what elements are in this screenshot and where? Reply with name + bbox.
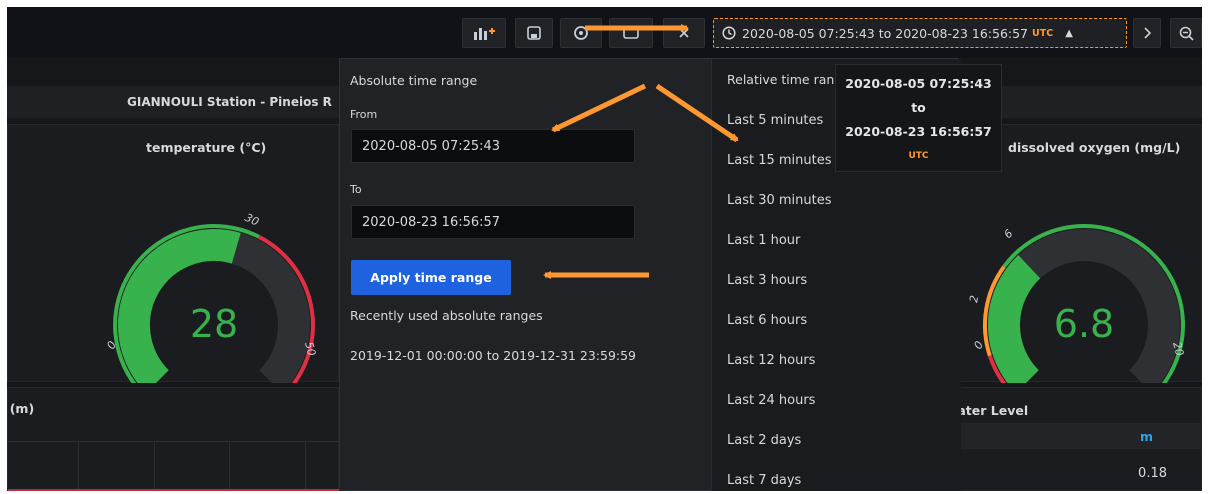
top-navbar: 2020-08-05 07:25:43 to 2020-08-23 16:56:… <box>7 7 1202 58</box>
settings-icon <box>574 26 588 40</box>
graph-grid-line <box>78 442 79 491</box>
dashboard-window: 2020-08-05 07:25:43 to 2020-08-23 16:56:… <box>7 7 1202 491</box>
chevron-up-icon: ▲ <box>1065 27 1073 39</box>
cycle-view-button[interactable] <box>609 18 653 48</box>
relative-range-item[interactable]: Last 6 hours <box>727 313 807 328</box>
gauge-tick-threshold: 30 <box>243 211 261 229</box>
relative-range-item[interactable]: Last 30 minutes <box>727 193 832 208</box>
time-range-tooltip: 2020-08-05 07:25:43 to 2020-08-23 16:56:… <box>835 64 1002 172</box>
add-panel-button[interactable] <box>462 18 506 48</box>
tooltip-separator: to <box>911 100 926 115</box>
to-input[interactable] <box>351 205 635 239</box>
relative-range-item[interactable]: Last 15 minutes <box>727 153 832 168</box>
time-range-picker-button[interactable]: 2020-08-05 07:25:43 to 2020-08-23 16:56:… <box>713 18 1127 48</box>
dashboard-row-header[interactable]: GIANNOULI Station - Pineios R <box>7 86 339 118</box>
to-label: To <box>350 183 362 196</box>
relative-range-item[interactable]: Last 7 days <box>727 473 801 488</box>
absolute-range-title: Absolute time range <box>350 73 478 88</box>
graph-grid-line <box>8 441 340 442</box>
timezone-label: UTC <box>1032 27 1054 39</box>
cycle-view-icon <box>623 27 639 39</box>
row-title: GIANNOULI Station - Pineios R <box>127 95 332 109</box>
apply-time-range-button[interactable]: Apply time range <box>351 260 511 295</box>
exit-button[interactable] <box>663 18 705 48</box>
chevron-right-icon <box>1144 27 1151 39</box>
level-panel[interactable]: Level (m) <box>7 387 340 491</box>
oxygen-panel-title: dissolved oxygen (mg/L) <box>1008 140 1181 155</box>
water-level-panel[interactable]: Water Level m 0.18 <box>944 387 1202 491</box>
gauge-tick-min: 0 <box>971 339 986 352</box>
relative-range-item[interactable]: Last 5 minutes <box>727 113 823 128</box>
recent-ranges-title: Recently used absolute ranges <box>350 308 543 323</box>
temperature-panel[interactable]: temperature (°C) 0 30 50 28 <box>7 124 339 383</box>
table-cell-value: 0.18 <box>1138 466 1167 481</box>
add-panel-icon <box>474 28 495 40</box>
zoom-out-button[interactable] <box>1170 18 1202 48</box>
table-header: m <box>960 423 1202 449</box>
level-panel-title: Level (m) <box>7 401 35 416</box>
absolute-time-range-section: Absolute time range From To Apply time r… <box>340 59 711 491</box>
close-icon <box>679 28 689 38</box>
time-range-label: 2020-08-05 07:25:43 to 2020-08-23 16:56:… <box>742 25 1029 41</box>
recent-range-item[interactable]: 2019-12-01 00:00:00 to 2019-12-31 23:59:… <box>350 348 636 363</box>
graph-grid-line <box>305 442 306 491</box>
table-column-header[interactable]: m <box>1140 429 1153 444</box>
save-dashboard-button[interactable] <box>515 18 553 48</box>
save-icon <box>527 26 541 40</box>
tooltip-to: 2020-08-23 16:56:57 <box>845 124 992 139</box>
tooltip-from: 2020-08-05 07:25:43 <box>845 76 992 91</box>
gauge-tick-mid: 6 <box>1002 227 1016 241</box>
settings-button[interactable] <box>560 18 602 48</box>
temperature-gauge: 0 30 50 28 <box>104 211 318 383</box>
from-input[interactable] <box>351 129 635 163</box>
tooltip-timezone: UTC <box>908 151 929 161</box>
clock-icon <box>722 26 736 40</box>
relative-range-item[interactable]: Last 12 hours <box>727 353 815 368</box>
relative-range-item[interactable]: Last 24 hours <box>727 393 815 408</box>
gauge-fill <box>987 255 1041 383</box>
relative-range-item[interactable]: Last 1 hour <box>727 233 800 248</box>
temperature-value: 28 <box>190 302 238 346</box>
relative-range-item[interactable]: Last 3 hours <box>727 273 807 288</box>
graph-series-line <box>8 489 340 491</box>
from-label: From <box>350 108 378 121</box>
graph-grid-line <box>229 442 230 491</box>
gauge-tick-low: 2 <box>967 294 981 303</box>
zoom-out-icon <box>1179 26 1194 41</box>
oxygen-value: 6.8 <box>1054 302 1114 346</box>
relative-range-item[interactable]: Last 2 days <box>727 433 801 448</box>
time-shift-forward-button[interactable] <box>1133 18 1161 48</box>
graph-grid-line <box>154 442 155 491</box>
